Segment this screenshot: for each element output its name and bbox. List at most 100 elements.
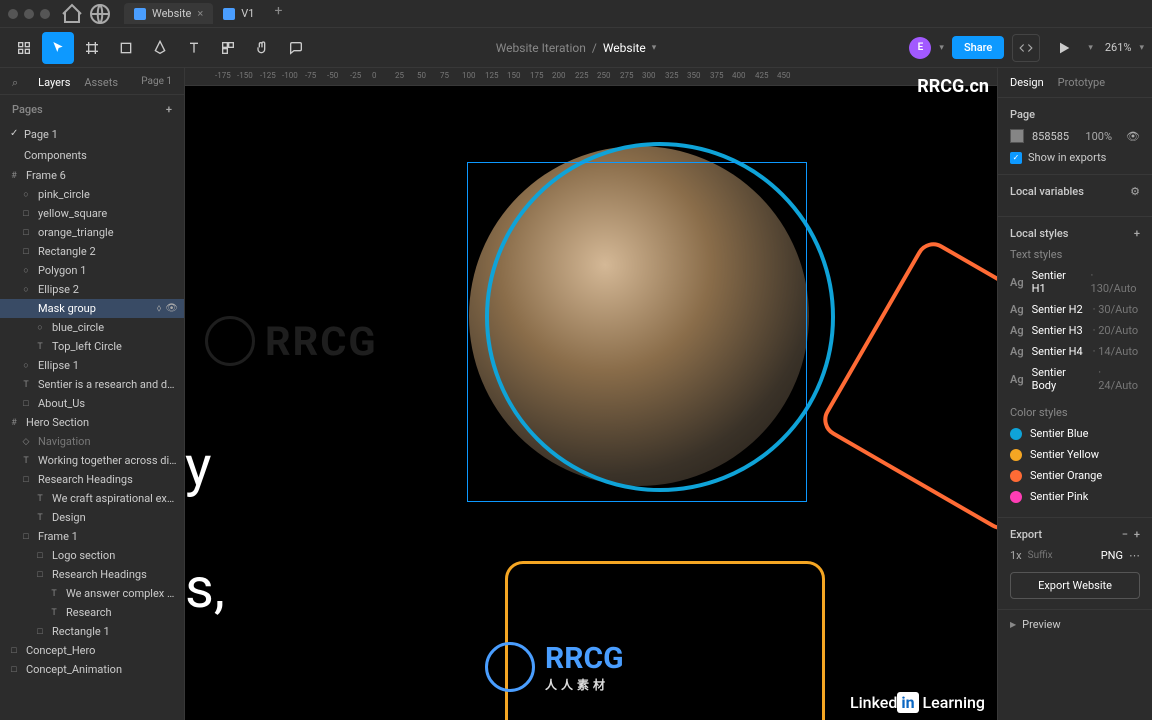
avatar[interactable]: E (909, 37, 931, 59)
show-in-exports-row[interactable]: ✓ Show in exports (1010, 151, 1140, 164)
close-icon[interactable]: × (197, 7, 203, 20)
layer-row[interactable]: □orange_triangle (0, 223, 184, 242)
chevron-down-icon[interactable]: ▾ (939, 43, 944, 53)
layer-actions[interactable]: ⬨👁 (157, 303, 178, 314)
comment-tool[interactable] (280, 32, 312, 64)
ruler-tick: -50 (327, 71, 338, 80)
tab-prototype[interactable]: Prototype (1058, 76, 1105, 89)
text-style-row[interactable]: AgSentier H3 · 20/Auto (1010, 320, 1140, 341)
layer-row[interactable]: □yellow_square (0, 204, 184, 223)
chevron-down-icon[interactable]: ▾ (1139, 43, 1144, 53)
layer-row[interactable]: TResearch (0, 603, 184, 622)
orange-triangle-shape[interactable] (817, 236, 997, 537)
layer-row[interactable]: TWe craft aspirational experienc... (0, 489, 184, 508)
layer-row[interactable]: Mask group⬨👁 (0, 299, 184, 318)
layer-row[interactable]: ○Ellipse 1 (0, 356, 184, 375)
tab-website[interactable]: Website × (124, 3, 213, 24)
layer-row[interactable]: TWorking together across disciplines... (0, 451, 184, 470)
layer-type-icon (20, 303, 32, 315)
shape-tool[interactable] (110, 32, 142, 64)
text-style-row[interactable]: AgSentier H4 · 14/Auto (1010, 341, 1140, 362)
layer-row[interactable]: ○Polygon 1 (0, 261, 184, 280)
pen-tool[interactable] (144, 32, 176, 64)
export-format[interactable]: PNG (1101, 549, 1123, 562)
color-swatch[interactable] (1010, 129, 1024, 143)
frame-tool[interactable] (76, 32, 108, 64)
move-tool[interactable] (42, 32, 74, 64)
lock-icon[interactable]: ⬨ (157, 303, 162, 314)
tab-v1[interactable]: V1 (213, 3, 264, 24)
ruler-tick: 375 (710, 71, 724, 80)
settings-icon[interactable]: ⚙ (1130, 185, 1140, 198)
hand-tool[interactable] (246, 32, 278, 64)
layer-row[interactable]: □Research Headings (0, 470, 184, 489)
checkbox-checked-icon[interactable]: ✓ (1010, 152, 1022, 164)
text-style-row[interactable]: AgSentier H2 · 30/Auto (1010, 299, 1140, 320)
layer-row[interactable]: ○pink_circle (0, 185, 184, 204)
canvas-area[interactable]: RRCG.cn -175-125-75-25257512517522527532… (185, 68, 997, 720)
export-suffix-input[interactable] (1028, 550, 1068, 561)
search-icon[interactable]: ⌕ (12, 76, 18, 90)
resources-tool[interactable] (212, 32, 244, 64)
visibility-icon[interactable]: 👁 (165, 303, 178, 314)
layer-row[interactable]: TSentier is a research and design ag... (0, 375, 184, 394)
layer-row[interactable]: #Frame 6 (0, 166, 184, 185)
share-button[interactable]: Share (952, 36, 1004, 59)
chevron-down-icon[interactable]: ▾ (1088, 43, 1093, 53)
add-page-button[interactable]: + (166, 103, 172, 116)
plus-icon[interactable]: + (1134, 528, 1140, 541)
community-icon[interactable] (88, 2, 112, 26)
layer-row[interactable]: □Frame 1 (0, 527, 184, 546)
layer-row[interactable]: □Rectangle 2 (0, 242, 184, 261)
layer-type-icon: ○ (20, 284, 32, 296)
color-opacity[interactable]: 100% (1085, 130, 1112, 143)
page-item[interactable]: Page 1 (0, 124, 184, 145)
canvas[interactable]: RRCG y s, RRCG 人人素材 Linkedin Learning (185, 86, 997, 720)
dev-mode-button[interactable] (1012, 34, 1040, 62)
layer-row[interactable]: TDesign (0, 508, 184, 527)
color-style-row[interactable]: Sentier Yellow (1010, 444, 1140, 465)
layer-row[interactable]: □Rectangle 1 (0, 622, 184, 641)
layer-row[interactable]: □Concept_Hero (0, 641, 184, 660)
text-style-row[interactable]: AgSentier H1 · 130/Auto (1010, 265, 1140, 299)
color-style-row[interactable]: Sentier Blue (1010, 423, 1140, 444)
ruler-tick: -100 (282, 71, 298, 80)
menu-button[interactable] (8, 32, 40, 64)
chevron-down-icon[interactable]: ▾ (652, 43, 657, 53)
export-button[interactable]: Export Website (1010, 572, 1140, 599)
color-hex[interactable]: 858585 (1032, 130, 1069, 143)
visibility-icon[interactable]: 👁 (1126, 130, 1140, 143)
export-scale[interactable]: 1x (1010, 549, 1022, 562)
page-indicator[interactable]: Page 1 (141, 76, 172, 90)
right-panel-tabs: Design Prototype (998, 68, 1152, 98)
more-icon[interactable]: ⋯ (1129, 549, 1140, 562)
text-style-row[interactable]: AgSentier Body · 24/Auto (1010, 362, 1140, 396)
add-style-button[interactable]: + (1134, 227, 1140, 240)
breadcrumb[interactable]: Website Iteration / Website ▾ (496, 41, 657, 55)
tab-assets[interactable]: Assets (84, 76, 118, 90)
color-style-row[interactable]: Sentier Pink (1010, 486, 1140, 507)
add-tab-button[interactable]: + (264, 3, 292, 24)
layer-row[interactable]: TTop_left Circle (0, 337, 184, 356)
zoom-level[interactable]: 261% (1105, 41, 1132, 54)
page-background-row[interactable]: 858585 100% 👁 (1010, 129, 1140, 143)
layer-row[interactable]: □About_Us (0, 394, 184, 413)
layer-row[interactable]: #Hero Section (0, 413, 184, 432)
preview-toggle[interactable]: ▶ Preview (998, 610, 1152, 639)
layer-row[interactable]: TWe answer complex busin... (0, 584, 184, 603)
layer-label: Ellipse 2 (38, 283, 79, 296)
tab-layers[interactable]: Layers (38, 76, 70, 90)
tab-design[interactable]: Design (1010, 76, 1044, 89)
present-button[interactable] (1048, 32, 1080, 64)
layer-row[interactable]: ◇Navigation (0, 432, 184, 451)
layer-row[interactable]: □Logo section (0, 546, 184, 565)
layer-row[interactable]: □Research Headings (0, 565, 184, 584)
layer-row[interactable]: ○blue_circle (0, 318, 184, 337)
home-icon[interactable] (60, 2, 84, 26)
color-style-row[interactable]: Sentier Orange (1010, 465, 1140, 486)
layer-row[interactable]: □Concept_Animation (0, 660, 184, 679)
minus-icon[interactable]: − (1122, 528, 1128, 541)
layer-row[interactable]: ○ Ellipse 2 (0, 280, 184, 299)
text-tool[interactable] (178, 32, 210, 64)
page-item[interactable]: Components (0, 145, 184, 166)
